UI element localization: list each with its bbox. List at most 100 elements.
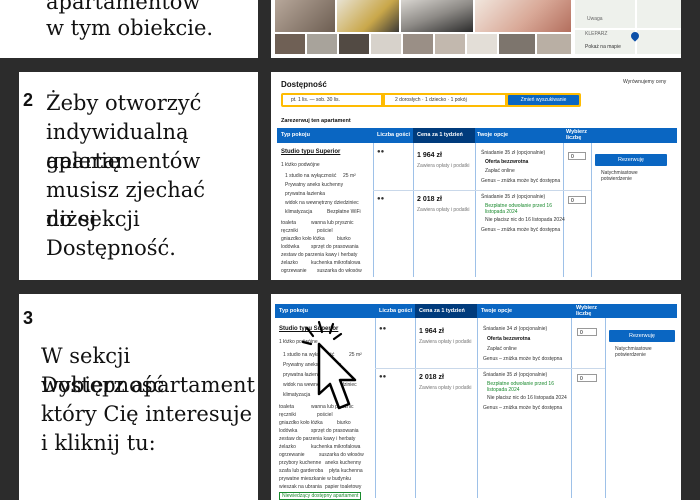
gallery-thumb-3[interactable] xyxy=(339,34,369,54)
step2-line-1: Żeby otworzyć xyxy=(46,91,202,115)
amenity-1: toaleta xyxy=(281,220,297,226)
option1-genius[interactable]: Genus – zniżka może być dostępna xyxy=(481,178,560,184)
price-note-1: Zawiera opłaty i podatki xyxy=(417,163,470,169)
map-pin-icon xyxy=(629,30,641,42)
gallery-thumb-1[interactable] xyxy=(275,34,305,54)
step2-line-5: do sekcji xyxy=(46,207,140,231)
amenity-10: żelazko xyxy=(281,260,298,266)
step3-line-2: wybierz apartament xyxy=(41,373,255,397)
amenity3-19: wieszak na ubrania xyxy=(279,484,322,490)
gallery-thumb-6[interactable] xyxy=(435,34,465,54)
feature-7: Bezpłatne WiFi xyxy=(327,209,361,215)
option2-breakfast: Śniadanie 35 zł (opcjonalnie) xyxy=(481,194,546,200)
gallery-thumb-7[interactable] xyxy=(467,34,497,54)
qty3-select-1[interactable]: 0 xyxy=(577,328,597,336)
gallery-photo-1[interactable] xyxy=(275,0,335,32)
guests-icon-3a: ●● xyxy=(379,326,387,332)
gallery-thumb-5[interactable] xyxy=(403,34,433,54)
col-options: Twoje opcje xyxy=(477,132,509,138)
col-room-type: Typ pokoju xyxy=(281,132,310,138)
amenity-9: zestaw do parzenia kawy i herbaty xyxy=(281,252,358,258)
col-select: Wybierz liczbę xyxy=(566,129,587,141)
option3-1-pay-online: Zapłać online xyxy=(487,346,517,352)
step1-text-panel: apartamentów w tym obiekcie. xyxy=(0,0,258,58)
option3-2-pay-later: Nie płacisz nic do 16 listopada 2024 xyxy=(487,395,567,401)
amenity3-12: ogrzewanie xyxy=(279,452,305,458)
amenity-11: kuchenka mikrofalowa xyxy=(311,260,361,266)
amenity-2: wanna lub prysznic xyxy=(311,220,354,226)
option3-1-genius[interactable]: Genus – zniżka może być dostępna xyxy=(483,356,562,362)
step2-line-3: apartamentów xyxy=(46,149,201,173)
step2-number: 2 xyxy=(23,90,34,110)
map-preview[interactable]: Uwaga KLEPARZ Pokaż na mapie xyxy=(575,0,681,54)
gallery-photo-2[interactable] xyxy=(337,0,399,32)
reserve-button[interactable]: Rezerwuję xyxy=(595,154,667,166)
price-note-2: Zawiera opłaty i podatki xyxy=(417,207,470,213)
amenity-6: biurko xyxy=(337,236,351,242)
feature-5: widok na wewnętrzny dziedziniec xyxy=(285,200,359,206)
option2-free-cancel: Bezpłatne odwołanie przed 16 listopada 2… xyxy=(485,203,552,215)
gallery-photo-4[interactable] xyxy=(475,0,571,32)
instant-confirmation: Natychmiastowe potwierdzenie xyxy=(601,170,638,182)
price3-note-2: Zawiera opłaty i podatki xyxy=(419,385,472,391)
qty3-select-2[interactable]: 0 xyxy=(577,374,597,382)
amenity-4: pościel xyxy=(317,228,333,234)
map-label-top: Uwaga xyxy=(587,16,603,22)
amenity3-7: lodówka xyxy=(279,428,298,434)
option3-2-genius[interactable]: Genus – zniżka może być dostępna xyxy=(483,405,562,411)
change-search-button[interactable]: Zmień wyszukiwanie xyxy=(508,95,579,105)
gallery-thumb-9[interactable] xyxy=(537,34,571,54)
amenity3-15: aneks kuchenny xyxy=(325,460,362,466)
amenity3-8: sprzęt do prasowania xyxy=(311,428,359,434)
option3-1-nonrefundable: Oferta bezzwrotna xyxy=(487,336,531,342)
option3-2-breakfast: Śniadanie 35 zł (opcjonalnie) xyxy=(483,372,548,378)
amenity-3: ręczniki xyxy=(281,228,298,234)
option2-genius[interactable]: Genus – zniżka może być dostępna xyxy=(481,227,560,233)
col3-select: Wybierz liczbę xyxy=(576,305,597,317)
instant-confirmation-3: Natychmiastowe potwierdzenie xyxy=(615,346,652,358)
step2-text-panel: 2 Żeby otworzyć indywidualną galerię apa… xyxy=(19,72,258,280)
col-guests: Liczba gości xyxy=(377,132,411,138)
date-field-value: pt. 1 lis. — sob. 30 lis. xyxy=(291,97,340,103)
price-match-link[interactable]: Wyrównujemy ceny xyxy=(623,79,666,85)
reserve-apartment-label: Zarezerwuj ten apartament xyxy=(281,118,351,124)
qty-select-1[interactable]: 0 xyxy=(568,152,586,160)
option1-pay-online: Zapłać online xyxy=(485,168,515,174)
col3-guests: Liczba gości xyxy=(379,308,413,314)
map-show-link[interactable]: Pokaż na mapie xyxy=(585,44,621,50)
step1-gallery-screenshot: Uwaga KLEPARZ Pokaż na mapie xyxy=(271,0,681,58)
amenity-7: lodówka xyxy=(281,244,300,250)
qty-select-2[interactable]: 0 xyxy=(568,196,586,204)
room-bed: 1 łóżko podwójne xyxy=(281,162,320,168)
gallery-photo-3[interactable] xyxy=(401,0,473,32)
col3-room-type: Typ pokoju xyxy=(279,308,308,314)
amenity3-6: biurko xyxy=(337,420,351,426)
room-name-link[interactable]: Studio typu Superior xyxy=(281,149,340,155)
col3-options: Twoje opcje xyxy=(481,308,513,314)
amenity-8: sprzęt do prasowania xyxy=(311,244,359,250)
amenity3-11: kuchenka mikrofalowa xyxy=(311,444,361,450)
amenity3-13: suszarka do włosów xyxy=(319,452,364,458)
amenity3-18: prywatne mieszkanie w budynku xyxy=(279,476,351,482)
footer-link-3[interactable]: Niewiedzący dostępny apartament xyxy=(279,492,362,500)
amenity3-10: żelazko xyxy=(279,444,296,450)
reserve-button-3[interactable]: Rezerwuję xyxy=(609,330,675,342)
col3-price: Cena za 1 tydzień xyxy=(419,308,465,314)
amenity3-14: przybory kuchenne xyxy=(279,460,322,466)
feature-1: 1 studio na wyłączność xyxy=(285,173,337,179)
option2-pay-later: Nie płacisz nic do 16 listopada 2024 xyxy=(485,217,565,223)
gallery-thumb-2[interactable] xyxy=(307,34,337,54)
amenity3-1: toaleta xyxy=(279,404,295,410)
option1-breakfast: Śniadanie 35 zł (opcjonalnie) xyxy=(481,150,546,156)
option3-2-free-cancel: Bezpłatne odwołanie przed 16 listopada 2… xyxy=(487,381,554,393)
guests-icon-2: ●● xyxy=(377,196,385,202)
feature-3: Prywatny aneks kuchenny xyxy=(285,182,344,188)
step3-line-3: który Cię interesuje xyxy=(41,402,253,426)
gallery-thumb-4[interactable] xyxy=(371,34,401,54)
amenity3-20: papier toaletowy xyxy=(325,484,362,490)
gallery-thumb-8[interactable] xyxy=(499,34,535,54)
guests-icon: ●● xyxy=(377,149,385,155)
step3-number: 3 xyxy=(23,308,34,328)
qty-value-2: 0 xyxy=(571,198,574,204)
amenity-12: ogrzewanie xyxy=(281,268,307,274)
